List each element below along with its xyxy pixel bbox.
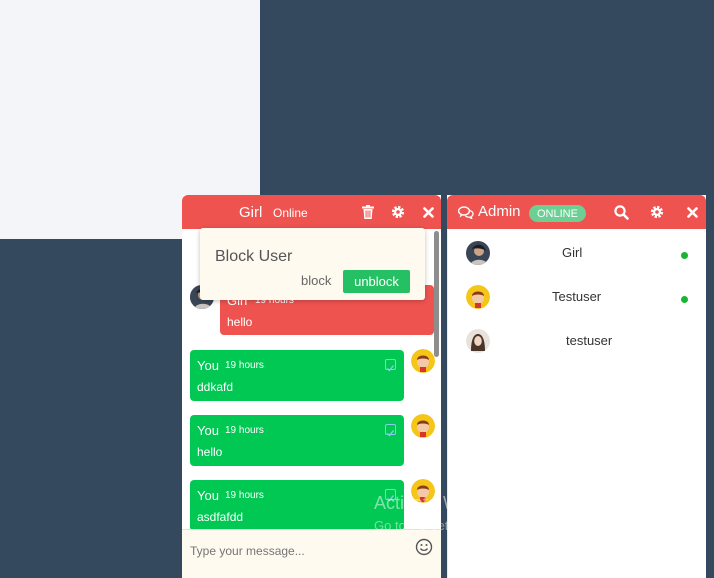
close-icon[interactable] bbox=[684, 204, 700, 220]
message-input[interactable] bbox=[190, 540, 400, 562]
chat-bubbles-icon bbox=[457, 206, 474, 224]
list-item[interactable]: Testuser bbox=[448, 277, 707, 317]
scrollbar[interactable] bbox=[434, 231, 439, 357]
message-text: hello bbox=[227, 315, 253, 329]
message-sender: You bbox=[197, 358, 219, 373]
avatar bbox=[466, 241, 490, 265]
activate-windows-title: Activate Windows bbox=[374, 493, 517, 513]
check-icon bbox=[385, 359, 396, 372]
avatar bbox=[466, 329, 490, 353]
online-indicator bbox=[681, 252, 688, 259]
search-icon[interactable] bbox=[613, 204, 629, 220]
activate-windows-subtitle: Go to PC settings to activate Windows. bbox=[374, 518, 599, 533]
block-user-popup: Block User block unblock bbox=[200, 228, 425, 300]
chat-header: Girl Online bbox=[182, 195, 441, 229]
online-indicator bbox=[681, 296, 688, 303]
admin-header: Admin ONLINE bbox=[447, 195, 706, 229]
list-item[interactable]: testuser bbox=[448, 321, 707, 361]
chat-contact-name[interactable]: Girl bbox=[239, 204, 262, 221]
message-time: 19 hours bbox=[225, 425, 264, 436]
chat-contact-status: Online bbox=[273, 206, 308, 220]
message-time: 19 hours bbox=[225, 490, 264, 501]
avatar bbox=[466, 285, 490, 309]
message-text: asdfafdd bbox=[197, 510, 244, 524]
admin-title: Admin bbox=[478, 203, 521, 220]
user-name: Girl bbox=[562, 245, 583, 260]
check-icon bbox=[385, 424, 396, 437]
smiley-icon[interactable] bbox=[415, 538, 433, 556]
avatar bbox=[411, 414, 435, 438]
trash-icon[interactable] bbox=[360, 204, 376, 220]
message-bubble: You 19 hours asdfafdd bbox=[190, 480, 404, 529]
avatar bbox=[411, 349, 435, 373]
message-text: hello bbox=[197, 445, 223, 459]
status-badge: ONLINE bbox=[529, 205, 586, 222]
message-bubble: You 19 hours hello bbox=[190, 415, 404, 466]
message-sender: You bbox=[197, 423, 219, 438]
list-item[interactable]: Girl bbox=[448, 233, 707, 273]
user-name: Testuser bbox=[552, 289, 602, 304]
message-time: 19 hours bbox=[225, 360, 264, 371]
unblock-button[interactable]: unblock bbox=[343, 270, 410, 293]
message-text: ddkafd bbox=[197, 380, 234, 394]
popup-title: Block User bbox=[215, 248, 293, 265]
message-composer bbox=[182, 529, 441, 578]
message-bubble: You 19 hours ddkafd bbox=[190, 350, 404, 401]
user-name: testuser bbox=[566, 333, 613, 348]
gear-icon[interactable] bbox=[390, 204, 406, 220]
message-sender: You bbox=[197, 488, 219, 503]
close-icon[interactable] bbox=[420, 204, 436, 220]
gear-icon[interactable] bbox=[649, 204, 665, 220]
block-button[interactable]: block bbox=[301, 273, 331, 288]
